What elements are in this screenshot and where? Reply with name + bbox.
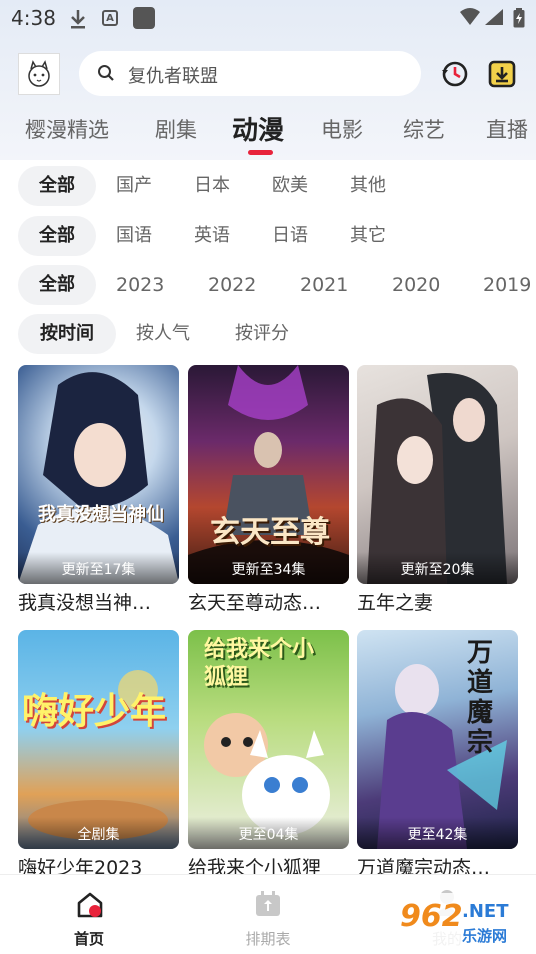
sort-filter: 按时间 按人气 按评分 (0, 314, 536, 354)
card-title: 玄天至尊动态… (188, 592, 322, 614)
home-icon (77, 892, 103, 918)
tab-variety[interactable]: 综艺 (403, 114, 445, 144)
history-icon[interactable] (440, 59, 470, 89)
episode-badge: 更新至17集 (18, 552, 179, 584)
nav-home[interactable]: 首页 (29, 875, 149, 954)
anime-card[interactable]: 更新至20集 五年之妻 (357, 365, 518, 615)
poster-overlay-title: 嗨好少年 (22, 691, 167, 732)
sort-time-chip[interactable]: 按时间 (18, 314, 116, 354)
region-west-chip[interactable]: 欧美 (272, 166, 308, 206)
keyboard-notification-icon: A (102, 10, 118, 26)
episode-badge: 全剧集 (18, 817, 179, 849)
region-filter: 全部 国产 日本 欧美 其他 (0, 166, 536, 206)
download-icon[interactable] (487, 59, 517, 89)
poster-image: 给我来个小狐狸 更至04集 (188, 630, 349, 849)
poster-overlay-title: 给我来个小狐狸 (204, 637, 315, 690)
poster-image: 更新至20集 (357, 365, 518, 584)
region-other-chip[interactable]: 其他 (350, 166, 386, 206)
poster-overlay-title: 玄天至尊 (210, 515, 330, 550)
year-2021-chip[interactable]: 2021 (300, 265, 348, 305)
battery-icon (513, 8, 525, 28)
year-all-chip[interactable]: 全部 (18, 265, 96, 305)
watermark-site: 乐游网 (462, 927, 508, 945)
status-bar: 4:38 A (0, 0, 536, 36)
card-title: 五年之妻 (357, 592, 434, 614)
episode-badge: 更至42集 (357, 817, 518, 849)
sort-popularity-chip[interactable]: 按人气 (136, 314, 190, 354)
language-mandarin-chip[interactable]: 国语 (116, 216, 152, 256)
poster-overlay-title: 我真没想当神仙 (38, 504, 164, 525)
wifi-icon (460, 8, 480, 25)
search-icon (98, 65, 114, 81)
episode-badge: 更新至20集 (357, 552, 518, 584)
search-bar[interactable]: 复仇者联盟 (79, 51, 421, 96)
nav-schedule[interactable]: 排期表 (208, 875, 328, 954)
episode-badge: 更新至34集 (188, 552, 349, 584)
nav-schedule-label: 排期表 (245, 930, 291, 948)
calendar-icon (256, 891, 280, 916)
language-japanese-chip[interactable]: 日语 (272, 216, 308, 256)
tab-series[interactable]: 剧集 (155, 114, 197, 144)
anime-card[interactable]: 我真没想当神仙 更新至17集 我真没想当神… (18, 365, 179, 615)
poster-overlay-title: 万道魔宗 (467, 638, 494, 758)
tab-anime[interactable]: 动漫 (232, 110, 284, 147)
region-japan-chip[interactable]: 日本 (194, 166, 230, 206)
anime-card[interactable]: 给我来个小狐狸 更至04集 给我来个小狐狸 (188, 630, 349, 880)
language-english-chip[interactable]: 英语 (194, 216, 230, 256)
search-placeholder: 复仇者联盟 (128, 66, 218, 87)
language-all-chip[interactable]: 全部 (18, 216, 96, 256)
card-title: 我真没想当神… (18, 592, 152, 614)
tab-live[interactable]: 直播 (486, 114, 528, 144)
site-watermark: 962 .NET 乐游网 (398, 893, 530, 951)
poster-image: 玄天至尊 更新至34集 (188, 365, 349, 584)
year-2020-chip[interactable]: 2020 (392, 265, 440, 305)
tab-featured[interactable]: 樱漫精选 (25, 114, 109, 144)
anime-card[interactable]: 嗨好少年 全剧集 嗨好少年2023 (18, 630, 179, 880)
signal-icon (485, 9, 503, 25)
region-china-chip[interactable]: 国产 (116, 166, 152, 206)
poster-image: 嗨好少年 全剧集 (18, 630, 179, 849)
year-2019-chip[interactable]: 2019 (483, 265, 531, 305)
episode-badge: 更至04集 (188, 817, 349, 849)
download-notification-icon (71, 10, 85, 29)
sort-rating-chip[interactable]: 按评分 (235, 314, 289, 354)
status-time: 4:38 (11, 6, 56, 30)
tab-movies[interactable]: 电影 (321, 114, 363, 144)
year-filter: 全部 2023 2022 2021 2020 2019 (0, 265, 536, 305)
cat-logo-icon (28, 60, 50, 87)
watermark-suffix: .NET (462, 901, 509, 922)
year-2023-chip[interactable]: 2023 (116, 265, 164, 305)
active-tab-indicator (248, 150, 273, 155)
language-other-chip[interactable]: 其它 (350, 216, 386, 256)
poster-image: 万道魔宗 更至42集 (357, 630, 518, 849)
watermark-number: 962 (400, 899, 463, 934)
year-2022-chip[interactable]: 2022 (208, 265, 256, 305)
anime-card[interactable]: 玄天至尊 更新至34集 玄天至尊动态… (188, 365, 349, 615)
language-filter: 全部 国语 英语 日语 其它 (0, 216, 536, 256)
nav-home-label: 首页 (73, 930, 104, 948)
app-notification-icon (133, 7, 155, 29)
app-logo[interactable] (18, 53, 60, 95)
anime-card[interactable]: 万道魔宗 更至42集 万道魔宗动态… (357, 630, 518, 880)
region-all-chip[interactable]: 全部 (18, 166, 96, 206)
poster-image: 我真没想当神仙 更新至17集 (18, 365, 179, 584)
